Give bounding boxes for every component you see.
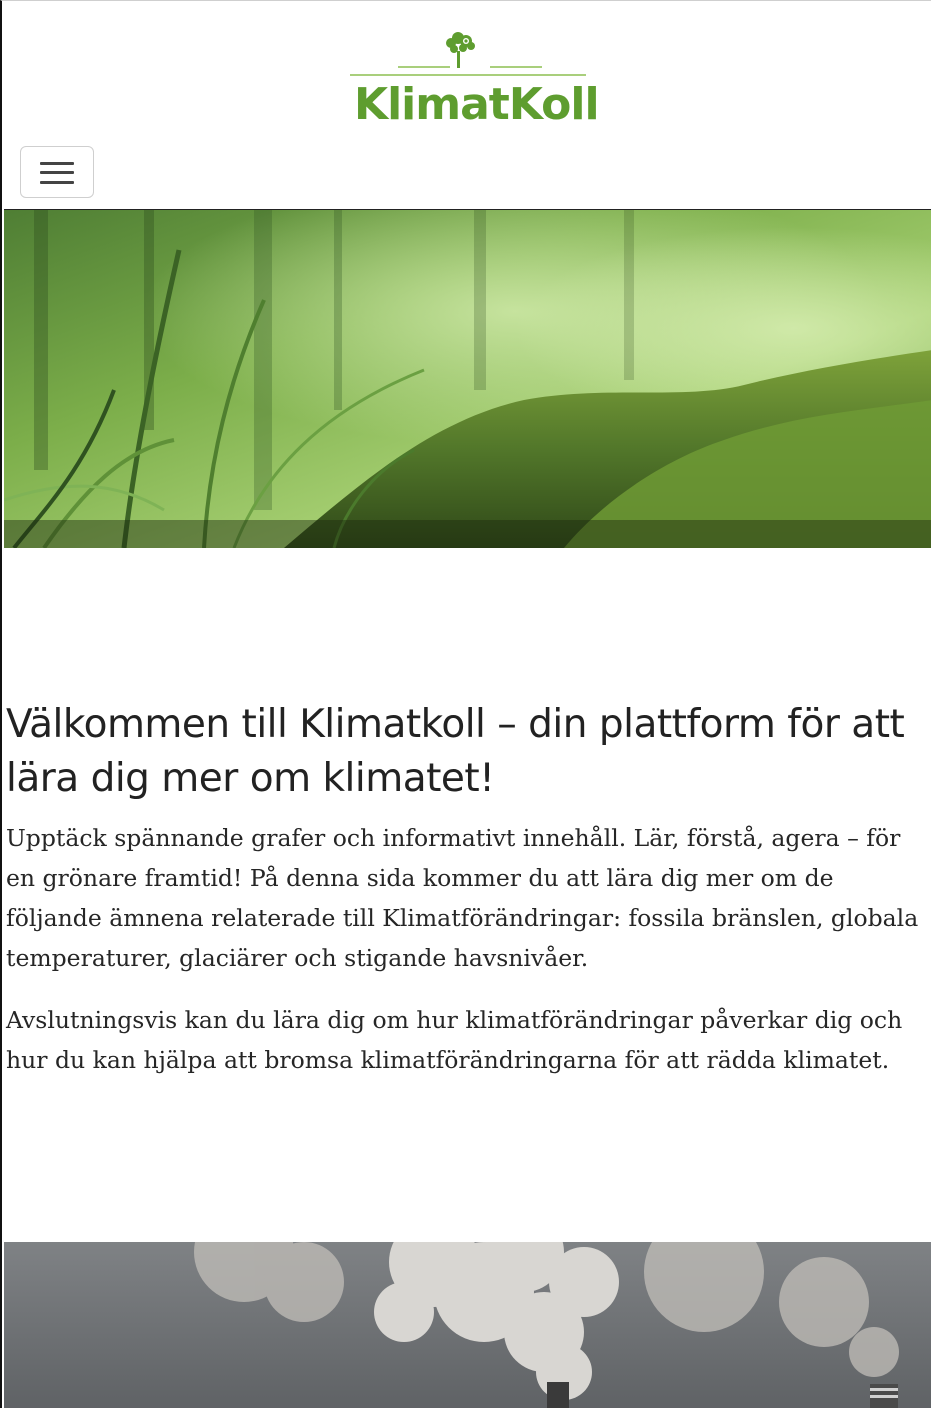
main-content: Välkommen till Klimatkoll – din plattfor… [6,698,921,1080]
page-title: Välkommen till Klimatkoll – din plattfor… [6,702,905,801]
conclusion-paragraph: Avslutningsvis kan du lära dig om hur kl… [6,1006,903,1074]
hamburger-menu-icon [40,162,74,184]
site-header: KlimatKoll [2,1,931,209]
logo-text: KlimatKoll [354,79,600,130]
menu-toggle-button[interactable] [20,146,94,198]
factory-smoke-image [4,1242,931,1408]
site-logo[interactable]: KlimatKoll [350,29,600,133]
tree-icon [350,32,586,76]
intro-paragraph: Upptäck spännande grafer och informativt… [6,824,919,972]
page-frame: KlimatKoll Välkommen till Klimatkoll – d… [0,0,931,1408]
hero-image [4,209,931,548]
